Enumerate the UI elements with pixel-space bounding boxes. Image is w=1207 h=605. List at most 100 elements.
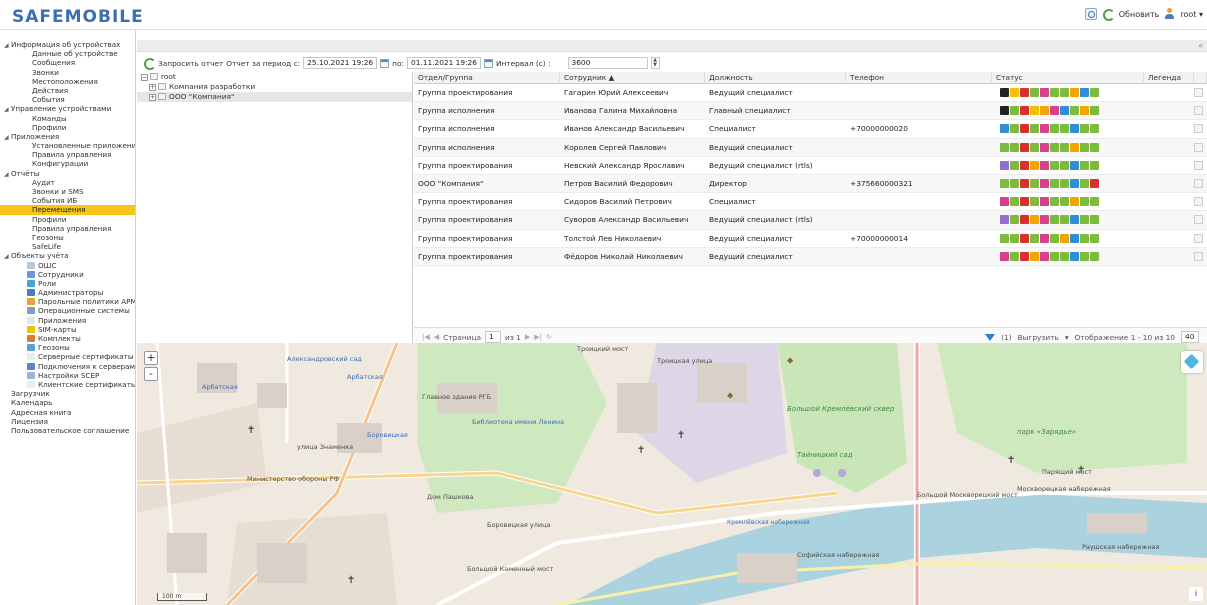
row-checkbox[interactable] bbox=[1194, 197, 1203, 207]
tree-node[interactable]: + Компания разработки bbox=[137, 82, 412, 92]
sidebar-item[interactable]: Правила управления bbox=[0, 150, 135, 159]
last-page-button[interactable]: ▶| bbox=[534, 333, 542, 341]
request-report-button[interactable]: Запросить отчет bbox=[158, 59, 223, 68]
table-row[interactable]: Группа проектирования Суворов Александр В… bbox=[414, 211, 1207, 230]
sidebar-item[interactable]: Геозоны bbox=[0, 343, 135, 352]
map-info-button[interactable]: i bbox=[1189, 587, 1203, 601]
first-page-button[interactable]: |◀ bbox=[422, 333, 430, 341]
prev-page-button[interactable]: ◀ bbox=[434, 333, 439, 341]
sidebar-item[interactable]: Клиентские сертификаты bbox=[0, 380, 135, 389]
row-checkbox[interactable] bbox=[1194, 160, 1203, 170]
sidebar-item[interactable]: События bbox=[0, 95, 135, 104]
column-header[interactable]: Легенда bbox=[1144, 72, 1194, 84]
column-header[interactable]: Статус bbox=[992, 72, 1144, 84]
row-checkbox[interactable] bbox=[1194, 179, 1203, 188]
table-row[interactable]: Группа проектирования Невский Александр Я… bbox=[414, 156, 1207, 175]
sidebar-item[interactable]: Профили bbox=[0, 215, 135, 224]
sidebar-item[interactable]: Загрузчик bbox=[0, 389, 135, 398]
table-row[interactable]: ООО "Компания" Петров Василий Федорович Ди… bbox=[414, 175, 1207, 194]
table-row[interactable]: Группа проектирования Гагарин Юрий Алексе… bbox=[414, 84, 1207, 103]
sidebar-item[interactable]: Звонки и SMS bbox=[0, 187, 135, 196]
sidebar-item[interactable]: Местоположения bbox=[0, 77, 135, 86]
sidebar-item[interactable]: Действия bbox=[0, 86, 135, 95]
column-header[interactable]: Телефон bbox=[846, 72, 992, 84]
sidebar-item[interactable]: Геозоны bbox=[0, 233, 135, 242]
column-header[interactable]: Отдел/Группа bbox=[414, 72, 560, 84]
tree-toggle-icon[interactable]: − bbox=[141, 74, 148, 81]
calendar-icon[interactable] bbox=[380, 58, 390, 68]
table-row[interactable]: Группа исполнения Иванова Галина Михайлов… bbox=[414, 102, 1207, 121]
next-page-button[interactable]: ▶ bbox=[525, 333, 530, 341]
request-report-icon[interactable] bbox=[143, 57, 156, 70]
sidebar-item[interactable]: Данные об устройстве bbox=[0, 49, 135, 58]
sidebar-item[interactable]: ◢ Отчёты bbox=[0, 169, 135, 178]
sidebar-item[interactable]: Настройки SCEP bbox=[0, 371, 135, 380]
tree-toggle-icon[interactable]: + bbox=[149, 94, 156, 101]
export-button[interactable]: Выгрузить bbox=[1018, 333, 1059, 342]
sidebar-item[interactable]: События ИБ bbox=[0, 196, 135, 205]
sidebar-item[interactable]: SafeLife bbox=[0, 242, 135, 251]
sidebar-item[interactable]: Сообщения bbox=[0, 58, 135, 67]
sidebar-item[interactable]: Роли bbox=[0, 279, 135, 288]
period-to-input[interactable]: 01.11.2021 19:26 bbox=[407, 57, 481, 69]
sidebar-item[interactable]: Аудит bbox=[0, 178, 135, 187]
sidebar-item[interactable]: Приложения bbox=[0, 316, 135, 325]
table-row[interactable]: Группа проектирования Толстой Лев Николае… bbox=[414, 229, 1207, 248]
sidebar-item[interactable]: Серверные сертификаты bbox=[0, 352, 135, 361]
table-row[interactable]: Группа исполнения Иванов Александр Василь… bbox=[414, 120, 1207, 139]
sidebar-item[interactable]: SIM-карты bbox=[0, 325, 135, 334]
layers-icon[interactable] bbox=[1181, 351, 1203, 373]
column-header[interactable]: Должность bbox=[705, 72, 846, 84]
row-checkbox[interactable] bbox=[1194, 88, 1203, 97]
collapse-icon[interactable]: « bbox=[1198, 41, 1203, 50]
tree-node[interactable]: + ООО "Компания" bbox=[137, 92, 412, 102]
user-menu[interactable]: root ▾ bbox=[1180, 10, 1203, 19]
sidebar-item[interactable]: ◢ Информация об устройствах bbox=[0, 40, 135, 49]
table-row[interactable]: Группа проектирования Сидоров Василий Пет… bbox=[414, 193, 1207, 212]
table-row[interactable]: Группа исполнения Королев Сергей Павлович… bbox=[414, 138, 1207, 157]
sidebar-item[interactable]: Администраторы bbox=[0, 288, 135, 297]
row-checkbox[interactable] bbox=[1194, 233, 1203, 243]
row-checkbox[interactable] bbox=[1194, 106, 1203, 116]
sidebar-item[interactable]: Установленные приложения bbox=[0, 141, 135, 150]
sidebar-item[interactable]: Парольные политики АРМ bbox=[0, 297, 135, 306]
sidebar-item[interactable]: ОШС bbox=[0, 261, 135, 270]
sidebar-item[interactable]: ◢ Объекты учёта bbox=[0, 251, 135, 260]
zoom-out-button[interactable]: - bbox=[144, 367, 158, 381]
search-icon[interactable] bbox=[1084, 8, 1097, 20]
sidebar-item[interactable]: Операционные системы bbox=[0, 306, 135, 315]
sidebar-item[interactable]: Команды bbox=[0, 114, 135, 123]
sidebar-item[interactable]: Звонки bbox=[0, 68, 135, 77]
interval-input[interactable]: 3600 bbox=[567, 57, 648, 69]
sidebar-item[interactable]: Правила управления bbox=[0, 224, 135, 233]
row-checkbox[interactable] bbox=[1194, 142, 1203, 152]
period-from-input[interactable]: 25.10.2021 19:26 bbox=[303, 57, 378, 69]
sidebar-item[interactable]: Адресная книга bbox=[0, 408, 135, 417]
sidebar-item[interactable]: Перемещения bbox=[0, 205, 135, 215]
sidebar-item[interactable]: Лицензия bbox=[0, 417, 135, 426]
zoom-in-button[interactable]: + bbox=[144, 351, 158, 365]
sidebar-item[interactable]: Сотрудники bbox=[0, 270, 135, 279]
tree-node[interactable]: − root bbox=[137, 72, 412, 82]
row-checkbox[interactable] bbox=[1194, 124, 1203, 134]
column-header[interactable]: Сотрудник ▲ bbox=[560, 72, 705, 84]
sidebar-item[interactable]: Конфигурации bbox=[0, 159, 135, 168]
refresh-icon[interactable] bbox=[1102, 8, 1115, 21]
reload-icon[interactable]: ↻ bbox=[546, 333, 552, 341]
calendar-icon[interactable] bbox=[483, 58, 493, 68]
sidebar-item[interactable]: Календарь bbox=[0, 398, 135, 407]
export-dropdown-icon[interactable]: ▾ bbox=[1065, 333, 1069, 342]
tree-toggle-icon[interactable]: + bbox=[149, 84, 156, 91]
filter-icon[interactable] bbox=[985, 333, 996, 341]
interval-spinner[interactable]: ▲ ▼ bbox=[650, 57, 660, 69]
row-checkbox[interactable] bbox=[1194, 215, 1203, 225]
sidebar-item[interactable]: ◢ Управление устройствами bbox=[0, 104, 135, 113]
page-input[interactable]: 1 bbox=[485, 331, 502, 343]
select-all-checkbox[interactable] bbox=[1194, 72, 1207, 84]
page-size-select[interactable]: 40 bbox=[1181, 331, 1199, 343]
refresh-button[interactable]: Обновить bbox=[1119, 10, 1160, 19]
row-checkbox[interactable] bbox=[1194, 251, 1203, 261]
table-row[interactable]: Группа проектирования Фёдоров Николай Ник… bbox=[414, 247, 1207, 266]
sidebar-item[interactable]: Пользовательское соглашение bbox=[0, 426, 135, 435]
sidebar-item[interactable]: ◢ Приложения bbox=[0, 132, 135, 141]
